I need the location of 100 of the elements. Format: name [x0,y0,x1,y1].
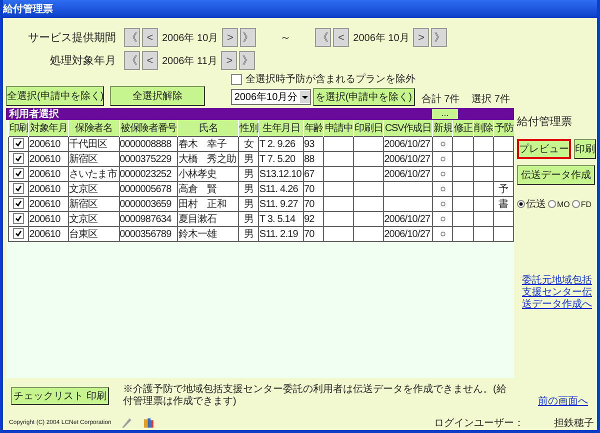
table-cell: S13.12.10 [259,168,302,180]
first-button[interactable]: 《 [124,28,140,47]
transmit-link[interactable]: 委託元地域包括支援センター伝送データ作成へ [517,275,594,311]
checkmark-icon [15,215,22,222]
column-header: CSV作成日 [384,120,433,136]
table-cell: 200610 [29,154,60,164]
table-cell: 70 [304,184,314,194]
column-header: 氏名 [178,120,239,136]
previous-button[interactable]: < [142,28,158,47]
column-header: 保険者名 [68,120,120,136]
table-cell: 2006/10/27 [384,228,430,240]
table-cell: 小林孝史 [178,169,217,180]
column-header: 被保険者番号 [119,120,178,136]
table-cell: 200610 [29,228,60,240]
table-cell: 田村 正和 [178,199,226,210]
table-cell: 鈴木一雄 [178,229,217,240]
checkbox[interactable] [231,74,242,84]
table-cell: 70 [304,198,314,210]
caret-icon [300,91,310,103]
table-cell: ○ [440,214,446,224]
table-cell: ○ [440,198,446,210]
table-cell: T 7. 5.20 [259,154,296,164]
checkbox-label: 全選択時予防が含まれるプランを除外 [245,72,416,86]
table-cell: 文京区 [68,214,98,225]
transmit-data-button[interactable]: 伝送データ作成 [517,165,595,185]
next-button[interactable]: > [221,51,238,70]
row-checkbox[interactable] [13,213,24,224]
table-cell: 2006/10/27 [384,154,430,164]
last-button[interactable]: 》 [240,28,256,47]
checklist-print-button[interactable]: チェックリスト 印刷 [11,387,109,405]
selected-count: 選択 7件 [472,93,510,106]
table-cell: 春木 幸子 [178,139,226,150]
row-checkbox[interactable] [13,183,24,194]
first-button[interactable]: 《 [124,51,140,70]
table-cell: 0000356789 [120,228,172,240]
print-button[interactable]: 印刷 [574,139,596,159]
column-header: 年齢 [303,120,324,136]
column-header: 予防 [494,120,514,136]
preview-button[interactable]: プレビュー [517,139,571,159]
table-cell: 2006/10/27 [384,168,430,180]
checkmark-icon [15,140,22,147]
column-header: 印刷 [8,120,29,136]
select-all-button[interactable]: 全選択(申請中を除く) [6,86,104,106]
row-checkbox[interactable] [13,153,24,164]
table-cell: 200610 [29,214,60,224]
select-month-button[interactable]: を選択(申請中を除く) [312,88,415,106]
table-cell: 高倉 賢 [178,184,217,195]
login-label: ログインユーザー： [434,417,524,430]
radio-button[interactable] [548,200,556,208]
column-header: 対象年月 [28,120,68,136]
back-link[interactable]: 前の画面へ [538,394,588,408]
month-value: 2006年 10月 [162,32,218,44]
table-cell: 大橋 秀之助 [178,154,236,165]
deselect-all-button[interactable]: 全選択解除 [110,86,206,106]
table-cell: 200610 [29,198,60,210]
book-icon [142,417,154,429]
table-cell: ○ [440,154,446,164]
table-cell: 70 [304,228,314,240]
radio-button[interactable] [517,200,525,208]
column-header: 新規 [432,120,453,136]
field-label: 処理対象年月 [49,54,116,68]
table-cell: S11. 4.26 [259,184,298,194]
more-button[interactable]: … [432,109,458,119]
month-dropdown[interactable]: 2006年10月分 [231,89,311,105]
previous-button[interactable]: < [142,51,158,70]
radio-label: MO [557,200,570,208]
table-cell: 2006/10/27 [384,214,430,224]
table-cell: 男 [244,184,254,195]
next-button[interactable]: > [222,28,238,47]
table-cell: 男 [244,169,254,180]
row-checkbox[interactable] [13,138,24,149]
row-checkbox[interactable] [13,168,24,179]
table-cell: 2006/10/27 [384,138,430,150]
table-cell: ○ [440,228,446,240]
month-value: 2006年 11月 [162,54,218,68]
column-header: 修正 [452,120,474,136]
next-button[interactable]: > [413,28,430,47]
table-cell: 200610 [29,184,60,194]
row-checkbox[interactable] [13,198,24,209]
table-cell: 予 [498,184,508,195]
table-cell: 男 [244,199,254,210]
column-header: 印刷日 [354,120,384,136]
previous-button[interactable]: < [333,28,350,47]
checkmark-icon [15,185,22,192]
table-cell: 88 [304,154,314,164]
note-text: ※介護予防で地域包括支援センター委託の利用者は伝送データを作成できません。(給付管理票は作成できます) [123,384,508,408]
last-button[interactable]: 》 [239,51,256,70]
table-title: 利用者選択 [9,108,59,121]
row-checkbox[interactable] [13,228,24,239]
table-cell: 夏目漱石 [178,214,217,225]
table-cell: 67 [304,168,314,180]
checkmark-icon [15,200,22,207]
first-button[interactable]: 《 [315,28,332,47]
table-cell: 文京区 [68,184,98,195]
radio-button[interactable] [572,200,580,208]
last-button[interactable]: 》 [431,28,448,47]
column-header: 性別 [238,120,259,136]
user-name: 担鉄穂子 [554,416,594,430]
table-cell: 200610 [29,168,60,180]
table-cell: 200610 [29,138,60,150]
